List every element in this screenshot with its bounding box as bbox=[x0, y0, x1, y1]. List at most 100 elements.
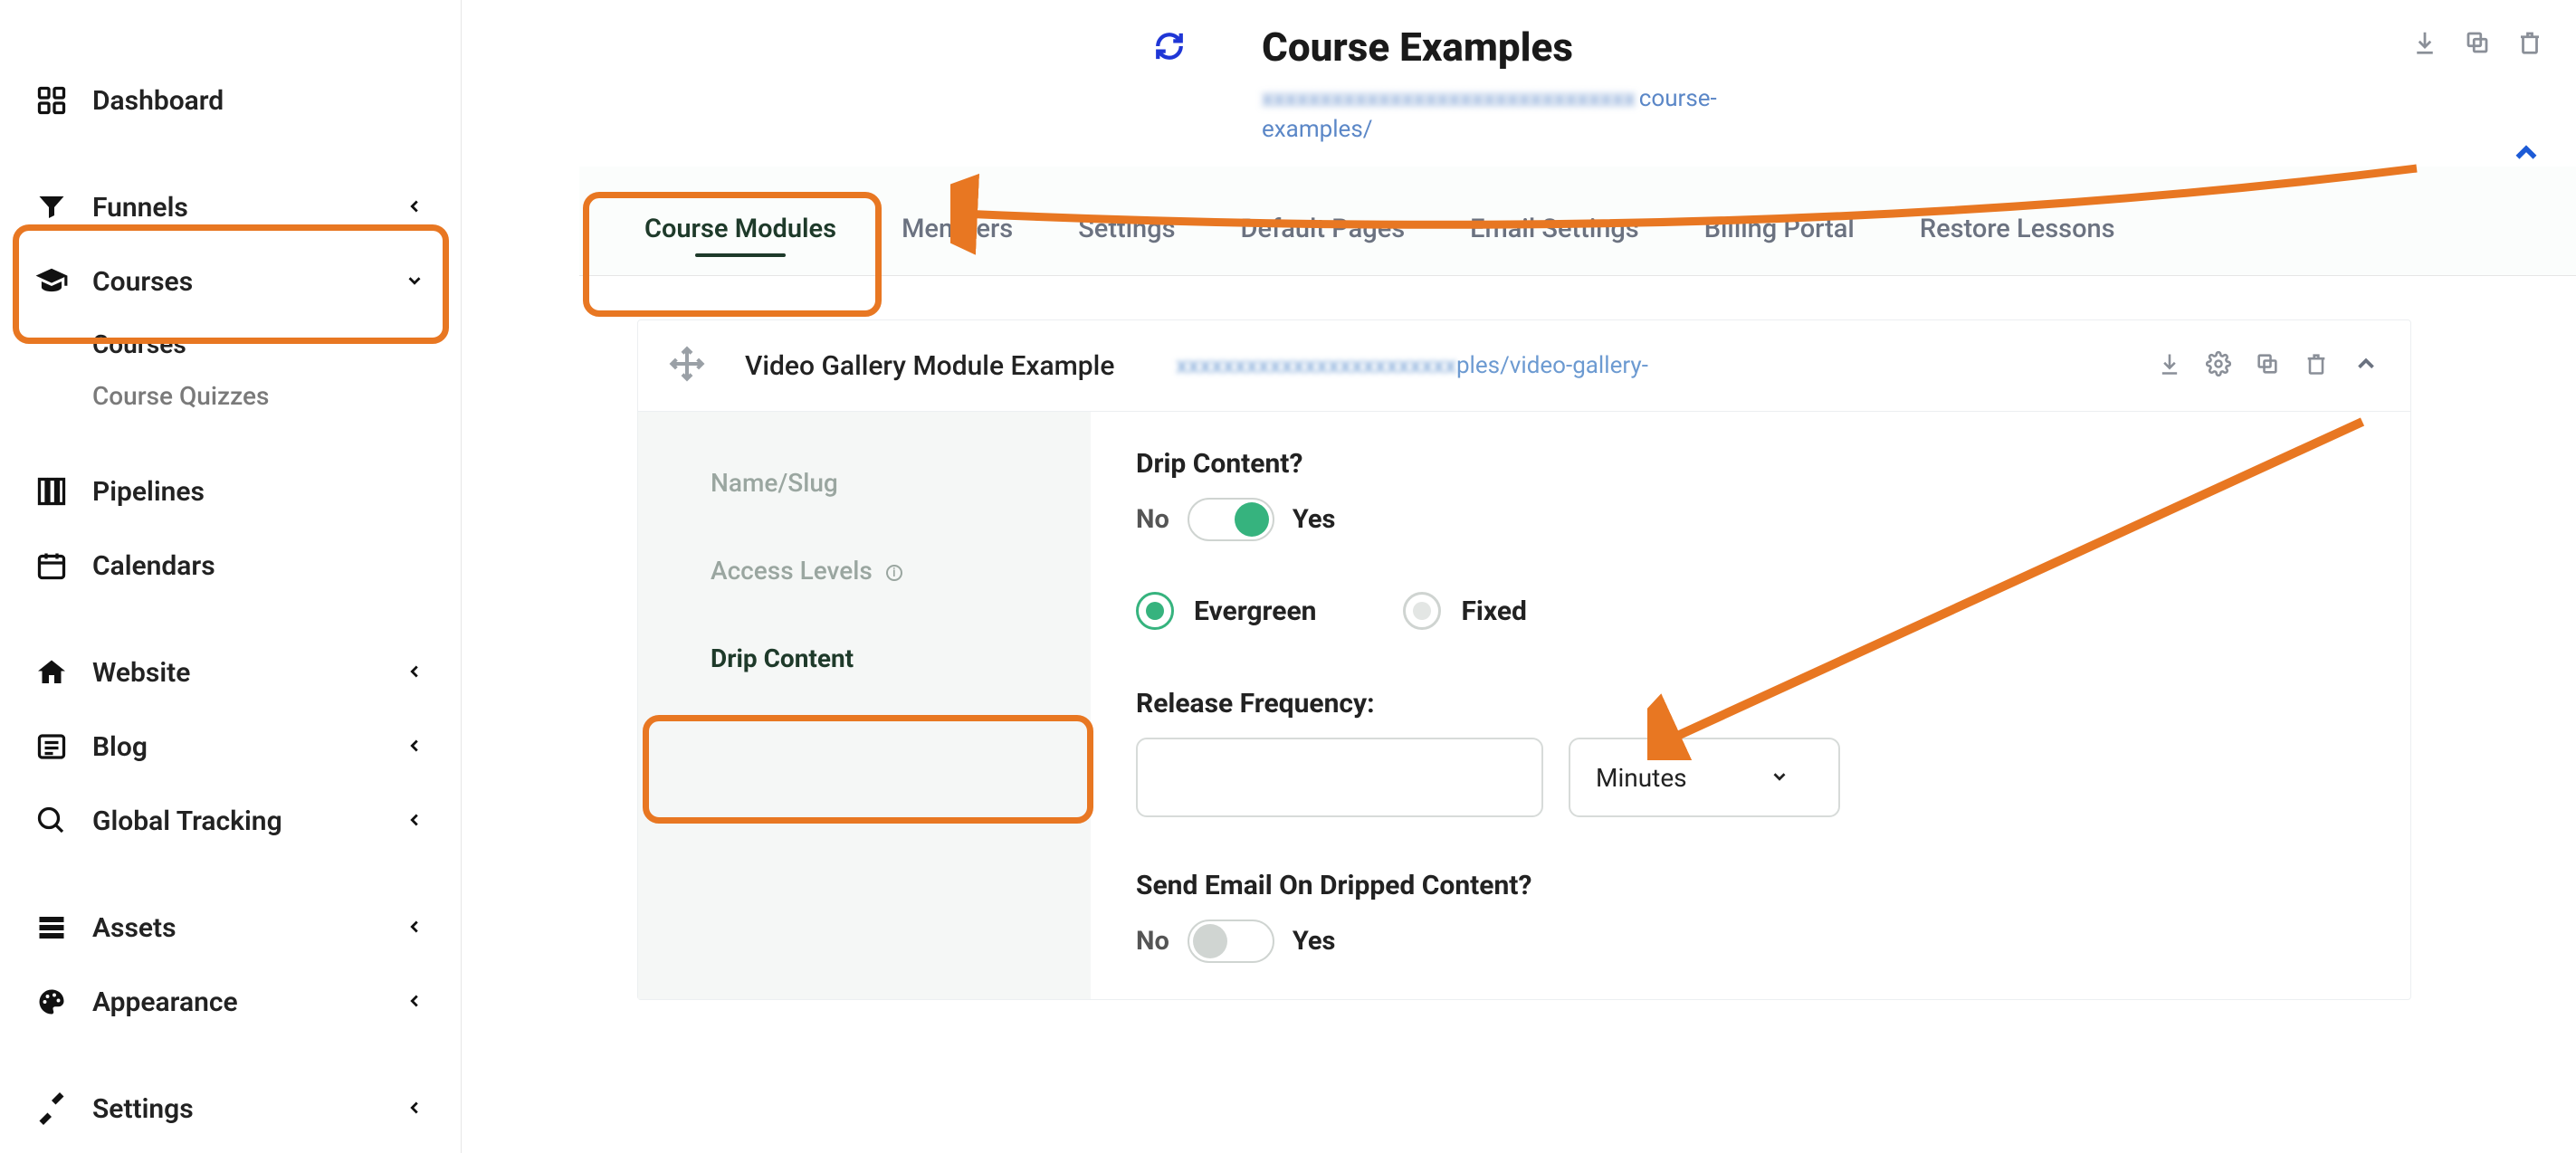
module-url-obscured: xxxxxxxxxxxxxxxxxxxxxxxx bbox=[1176, 352, 1456, 379]
copy-icon[interactable] bbox=[2464, 29, 2491, 60]
module-url-suffix[interactable]: ples/video-gallery- bbox=[1456, 352, 1648, 379]
sidebar-item-global-tracking[interactable]: Global Tracking bbox=[0, 784, 461, 858]
send-email-toggle-row: No Yes bbox=[1136, 920, 2365, 963]
sidebar-item-pipelines[interactable]: Pipelines bbox=[0, 454, 461, 529]
blog-icon bbox=[33, 728, 71, 766]
toggle-no-label: No bbox=[1136, 926, 1169, 957]
drip-content-toggle[interactable] bbox=[1188, 498, 1274, 541]
tools-icon bbox=[33, 1090, 71, 1128]
sidebar-item-label: Global Tracking bbox=[92, 805, 282, 837]
chevron-left-icon bbox=[405, 192, 425, 224]
refresh-icon[interactable] bbox=[1154, 31, 1185, 65]
radio-label: Evergreen bbox=[1194, 596, 1316, 627]
tab-default-pages[interactable]: Default Pages bbox=[1237, 188, 1409, 275]
trash-icon[interactable] bbox=[2304, 351, 2329, 380]
tab-settings[interactable]: Settings bbox=[1074, 188, 1178, 275]
sidebar-item-label: Assets bbox=[92, 912, 177, 944]
chevron-left-icon bbox=[405, 731, 425, 763]
release-frequency-row: Minutes bbox=[1136, 738, 2365, 817]
toggle-no-label: No bbox=[1136, 504, 1169, 535]
drip-type-radio-group: Evergreen Fixed bbox=[1136, 592, 2365, 630]
drip-content-panel: Drip Content? No Yes Evergreen Fixed bbox=[1091, 412, 2410, 999]
module-nav-drip-content[interactable]: Drip Content bbox=[638, 615, 1091, 702]
calendar-icon bbox=[33, 547, 71, 585]
funnel-icon bbox=[33, 188, 71, 226]
tab-email-settings[interactable]: Email Settings bbox=[1466, 188, 1643, 275]
collapse-icon[interactable] bbox=[2352, 350, 2380, 381]
chevron-down-icon bbox=[1770, 763, 1789, 793]
select-value: Minutes bbox=[1596, 763, 1687, 793]
drip-content-heading: Drip Content? bbox=[1136, 448, 2365, 480]
palette-icon bbox=[33, 983, 71, 1021]
page-url-suffix[interactable]: course- bbox=[1639, 85, 1717, 112]
toggle-yes-label: Yes bbox=[1293, 504, 1336, 535]
sidebar-item-label: Courses bbox=[92, 329, 186, 359]
toggle-yes-label: Yes bbox=[1293, 926, 1336, 957]
drag-handle-icon[interactable] bbox=[669, 346, 705, 386]
sidebar-item-label: Calendars bbox=[92, 550, 215, 582]
module-nav-name-slug[interactable]: Name/Slug bbox=[638, 439, 1091, 527]
tab-course-modules[interactable]: Course Modules bbox=[641, 188, 840, 275]
drip-toggle-row: No Yes bbox=[1136, 498, 2365, 541]
module-card: Video Gallery Module Example xxxxxxxxxxx… bbox=[637, 319, 2411, 1000]
assets-icon bbox=[33, 909, 71, 947]
release-frequency-heading: Release Frequency: bbox=[1136, 688, 2365, 719]
graduation-cap-icon bbox=[33, 262, 71, 300]
module-header: Video Gallery Module Example xxxxxxxxxxx… bbox=[638, 320, 2410, 412]
sidebar-subitem-courses[interactable]: Courses bbox=[0, 319, 461, 370]
radio-fixed[interactable]: Fixed bbox=[1403, 592, 1526, 630]
radio-label: Fixed bbox=[1461, 596, 1526, 627]
sidebar-item-label: Blog bbox=[92, 731, 148, 763]
collapse-icon[interactable] bbox=[2509, 136, 2543, 174]
release-frequency-input[interactable] bbox=[1136, 738, 1543, 817]
sidebar-item-settings[interactable]: Settings bbox=[0, 1072, 461, 1146]
course-tabs: Course Modules Members Settings Default … bbox=[579, 167, 2576, 276]
chevron-left-icon bbox=[405, 657, 425, 689]
sidebar-item-label: Settings bbox=[92, 1093, 194, 1125]
copy-icon[interactable] bbox=[2255, 351, 2280, 380]
module-title: Video Gallery Module Example bbox=[745, 350, 1114, 382]
sidebar-item-dashboard[interactable]: Dashboard bbox=[0, 63, 461, 138]
chevron-left-icon bbox=[405, 912, 425, 944]
module-settings-nav: Name/Slug Access Levels i Drip Content bbox=[638, 412, 1091, 999]
chevron-left-icon bbox=[405, 986, 425, 1018]
header-actions bbox=[2411, 29, 2543, 60]
tab-restore-lessons[interactable]: Restore Lessons bbox=[1916, 188, 2119, 275]
tab-billing-portal[interactable]: Billing Portal bbox=[1701, 188, 1858, 275]
sidebar-item-courses[interactable]: Courses bbox=[0, 244, 461, 319]
send-email-toggle[interactable] bbox=[1188, 920, 1274, 963]
info-icon[interactable]: i bbox=[886, 565, 902, 581]
sidebar-subitem-course-quizzes[interactable]: Course Quizzes bbox=[0, 370, 461, 422]
home-icon bbox=[33, 653, 71, 691]
sidebar-item-funnels[interactable]: Funnels bbox=[0, 170, 461, 244]
sidebar-item-assets[interactable]: Assets bbox=[0, 891, 461, 965]
sidebar-item-label: Website bbox=[92, 657, 190, 689]
sidebar-item-website[interactable]: Website bbox=[0, 635, 461, 710]
chevron-left-icon bbox=[405, 1093, 425, 1125]
page-url-line2[interactable]: examples/ bbox=[1262, 116, 2576, 143]
sidebar-item-appearance[interactable]: Appearance bbox=[0, 965, 461, 1039]
download-icon[interactable] bbox=[2411, 29, 2438, 60]
module-actions bbox=[2157, 350, 2380, 381]
sidebar-item-label: Pipelines bbox=[92, 476, 205, 508]
module-nav-access-levels[interactable]: Access Levels i bbox=[638, 527, 1091, 615]
sidebar-item-calendars[interactable]: Calendars bbox=[0, 529, 461, 603]
sidebar-item-label: Courses bbox=[92, 266, 193, 298]
radio-evergreen[interactable]: Evergreen bbox=[1136, 592, 1316, 630]
page-title: Course Examples bbox=[1262, 24, 2576, 71]
download-icon[interactable] bbox=[2157, 351, 2182, 380]
gear-icon[interactable] bbox=[2206, 351, 2231, 380]
pipelines-icon bbox=[33, 472, 71, 510]
trash-icon[interactable] bbox=[2516, 29, 2543, 60]
chevron-down-icon bbox=[405, 266, 425, 298]
sidebar-item-label: Course Quizzes bbox=[92, 381, 269, 411]
main-content: Course Examples xxxxxxxxxxxxxxxxxxxxxxxx… bbox=[579, 0, 2576, 1153]
sidebar-item-blog[interactable]: Blog bbox=[0, 710, 461, 784]
sidebar-item-label: Funnels bbox=[92, 192, 188, 224]
tab-members[interactable]: Members bbox=[898, 188, 1016, 275]
sidebar: Dashboard Funnels Courses Courses Course… bbox=[0, 0, 462, 1153]
dashboard-icon bbox=[33, 81, 71, 119]
send-email-heading: Send Email On Dripped Content? bbox=[1136, 870, 2365, 901]
release-frequency-unit-select[interactable]: Minutes bbox=[1569, 738, 1840, 817]
sidebar-item-label: Appearance bbox=[92, 986, 238, 1018]
